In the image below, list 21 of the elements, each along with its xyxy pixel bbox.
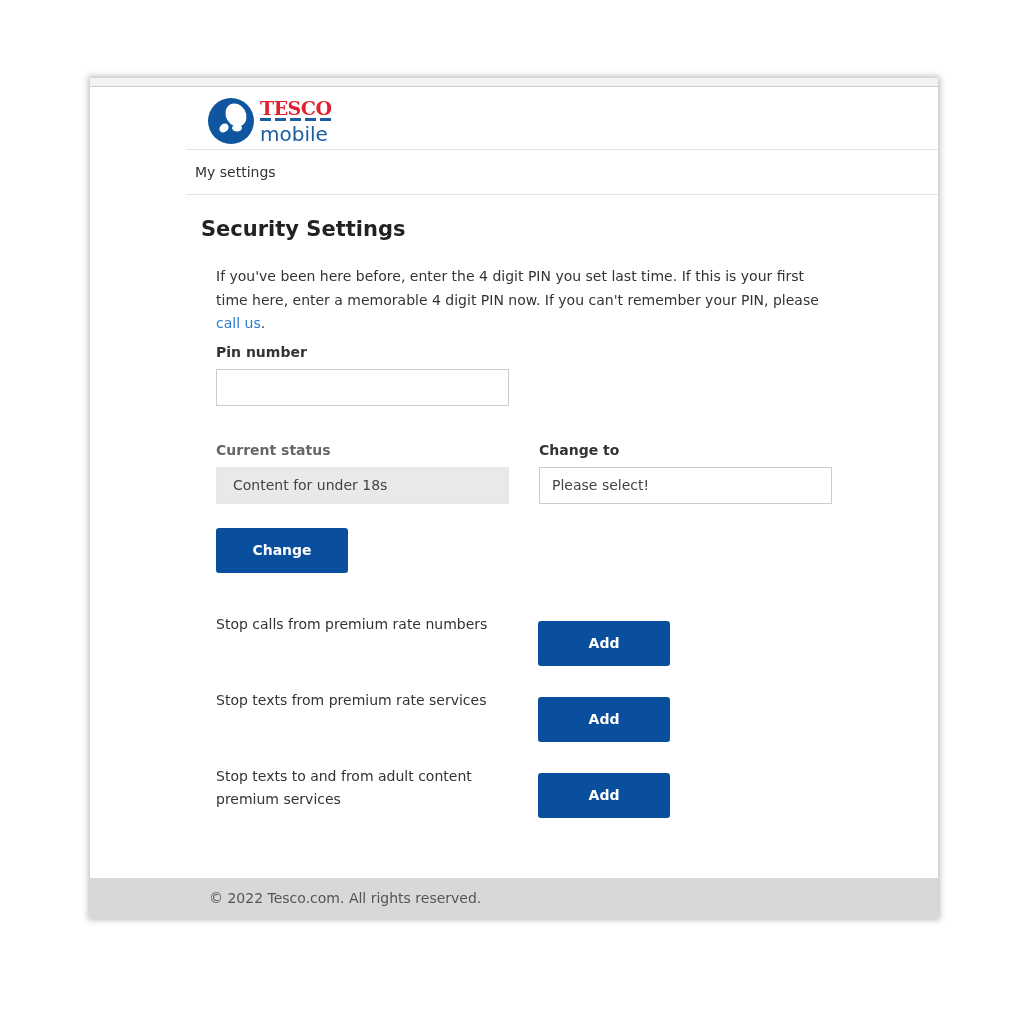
- brand-name: TESCO: [260, 98, 332, 118]
- page-title: Security Settings: [201, 217, 407, 241]
- intro-text: If you've been here before, enter the 4 digit PIN you set last time. If this is your first time here, enter a memorable 4 digit PIN now. If you can't remember your PIN, please call us.: [216, 267, 820, 333]
- field-label: Change to: [539, 441, 621, 458]
- change-button[interactable]: Change: [216, 527, 348, 573]
- change-to-select[interactable]: Please select!: [539, 466, 832, 504]
- footer-text: © 2022 Tesco.com. All rights reserved.: [209, 890, 482, 906]
- field-label: Current status: [216, 441, 332, 458]
- pin-input[interactable]: [216, 368, 509, 406]
- nav-link[interactable]: My settings: [195, 164, 276, 180]
- product-name: mobile: [260, 123, 329, 144]
- option-label: Stop texts to and from adult content premium services: [216, 766, 473, 809]
- dash-line-icon: [260, 117, 332, 122]
- add-button[interactable]: Add: [538, 696, 670, 742]
- field-label: Pin number: [216, 343, 308, 360]
- add-button[interactable]: Add: [538, 620, 670, 666]
- option-label: Stop calls from premium rate numbers: [216, 614, 489, 634]
- logo-icon: [208, 98, 254, 144]
- option-label: Stop texts from premium rate services: [216, 690, 488, 710]
- call-us-link[interactable]: call us: [216, 315, 261, 331]
- add-button[interactable]: Add: [538, 772, 670, 818]
